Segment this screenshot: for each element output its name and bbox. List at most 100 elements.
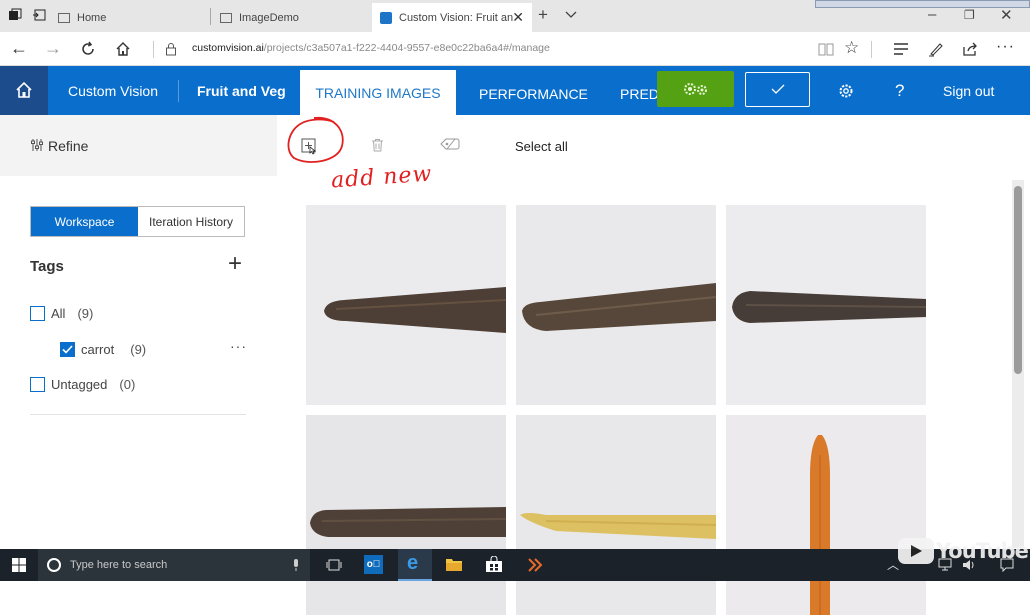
address-separator — [153, 41, 154, 58]
store-icon[interactable] — [485, 556, 503, 573]
app-header: Custom Vision Fruit and Veg TRAINING IMA… — [0, 66, 1030, 115]
segment-label: Workspace — [54, 214, 115, 229]
carrot-photo — [306, 415, 506, 615]
taskbar-search-box[interactable]: Type here to search — [38, 549, 310, 581]
tab-label: Custom Vision: Fruit an — [399, 11, 514, 24]
windows-start-icon[interactable] — [12, 558, 26, 572]
chevron-down-icon[interactable] — [565, 11, 577, 19]
image-thumbnail[interactable] — [306, 415, 506, 615]
hub-icon[interactable] — [893, 43, 909, 55]
tab-page-icon — [58, 13, 70, 23]
lock-icon — [166, 43, 176, 56]
tag-checkbox[interactable] — [30, 377, 45, 392]
share-icon[interactable] — [962, 41, 978, 57]
custom-vision-favicon-icon — [380, 11, 392, 24]
tab-imagedemo[interactable]: ImageDemo — [212, 4, 372, 32]
image-thumbnail[interactable] — [516, 415, 716, 615]
close-window-icon[interactable]: ✕ — [1000, 6, 1013, 24]
tag-more-icon[interactable]: ··· — [230, 338, 247, 354]
tag-row-all[interactable]: All (9) — [30, 306, 93, 321]
tab-separator — [210, 8, 211, 25]
tag-checkbox[interactable] — [30, 306, 45, 321]
help-icon[interactable]: ? — [895, 81, 904, 101]
pen-notes-icon[interactable] — [928, 41, 944, 57]
checkmark-icon — [771, 84, 785, 94]
app-home-button[interactable] — [0, 66, 48, 115]
header-separator — [178, 80, 179, 102]
tab-performance[interactable]: PERFORMANCE — [479, 86, 588, 102]
outlook-icon[interactable]: o⃞ — [364, 555, 383, 574]
more-options-icon[interactable]: ··· — [996, 38, 1015, 56]
back-icon[interactable]: ← — [10, 38, 28, 59]
app-name-link[interactable]: Custom Vision — [68, 83, 158, 99]
minimize-icon[interactable]: – — [928, 6, 936, 23]
tag-label: Untagged — [51, 377, 108, 392]
tag-checkbox[interactable] — [60, 342, 75, 357]
image-thumbnail[interactable] — [306, 205, 506, 405]
add-tag-icon[interactable]: + — [228, 252, 242, 276]
sidebar-divider — [30, 414, 246, 415]
image-thumbnail[interactable] — [516, 205, 716, 405]
tab-label: Home — [77, 12, 107, 24]
new-tab-icon[interactable]: + — [538, 5, 548, 25]
settings-gear-icon[interactable] — [838, 83, 854, 99]
home-icon[interactable] — [115, 41, 131, 57]
quick-test-button[interactable] — [745, 72, 810, 107]
carrot-photo — [306, 205, 506, 405]
refine-bar[interactable]: Refine — [0, 115, 277, 176]
url-path: /projects/c3a507a1-f222-4404-9557-e8e0c2… — [263, 42, 550, 54]
trash-icon[interactable] — [371, 138, 384, 152]
tab-custom-vision[interactable]: Custom Vision: Fruit an ✕ — [372, 3, 532, 32]
tab-actions-icon[interactable] — [8, 8, 22, 22]
tab-page-icon — [220, 13, 232, 23]
tag-label: All — [51, 306, 66, 321]
url-field[interactable]: customvision.ai/projects/c3a507a1-f222-4… — [192, 42, 550, 54]
checkmark-icon — [62, 345, 73, 354]
edge-active-tab[interactable]: e — [398, 549, 432, 581]
set-tabs-aside-icon[interactable] — [32, 8, 46, 22]
microphone-icon[interactable] — [292, 558, 300, 572]
file-explorer-icon[interactable] — [445, 557, 463, 572]
carrot-photo — [516, 415, 716, 615]
tag-icon[interactable] — [440, 137, 460, 151]
tag-count: (9) — [77, 306, 94, 321]
taskbar-search-placeholder: Type here to search — [70, 559, 168, 571]
visual-studio-icon[interactable] — [526, 556, 544, 574]
sign-out-link[interactable]: Sign out — [943, 83, 994, 99]
iteration-history-button[interactable]: Iteration History — [138, 207, 244, 236]
select-all-button[interactable]: Select all — [515, 139, 568, 154]
close-tab-icon[interactable]: ✕ — [512, 9, 524, 26]
image-thumbnail[interactable] — [726, 415, 926, 615]
tab-label: ImageDemo — [239, 12, 299, 24]
tag-label: carrot — [81, 342, 115, 357]
tab-home[interactable]: Home — [50, 4, 210, 32]
address-separator — [871, 41, 872, 58]
tags-heading: Tags — [30, 258, 64, 275]
refine-label: Refine — [48, 138, 89, 154]
reading-view-icon[interactable] — [818, 42, 834, 56]
youtube-play-icon — [898, 538, 934, 564]
refresh-icon[interactable] — [80, 41, 96, 57]
cortana-icon — [47, 558, 61, 572]
youtube-watermark: YouTube — [898, 538, 1029, 568]
carrot-photo — [516, 205, 716, 405]
windows-taskbar: Type here to search o⃞ e ︿ — [0, 549, 1030, 581]
scrollbar-thumb[interactable] — [1014, 186, 1022, 374]
address-bar-row: ← → customvision.ai/projects/c3a507a1-f2… — [0, 32, 1030, 66]
restore-icon[interactable]: ❐ — [964, 8, 975, 22]
notification-popup — [815, 0, 1030, 8]
train-button[interactable] — [657, 71, 734, 107]
project-name[interactable]: Fruit and Veg — [197, 83, 286, 99]
url-host: customvision.ai — [192, 42, 264, 54]
tag-row-carrot[interactable]: carrot (9) — [60, 342, 146, 357]
edge-icon: e — [407, 552, 419, 574]
favorite-star-icon[interactable]: ☆ — [844, 38, 859, 58]
tag-count: (0) — [119, 377, 136, 392]
image-thumbnail[interactable] — [726, 205, 926, 405]
task-view-icon[interactable] — [326, 558, 342, 572]
workspace-button[interactable]: Workspace — [31, 207, 138, 236]
forward-icon[interactable]: → — [44, 38, 62, 59]
browser-tab-strip: Home ImageDemo Custom Vision: Fruit an ✕… — [0, 0, 1030, 32]
tag-row-untagged[interactable]: Untagged (0) — [30, 377, 135, 392]
tab-training-images[interactable]: TRAINING IMAGES — [300, 70, 456, 115]
